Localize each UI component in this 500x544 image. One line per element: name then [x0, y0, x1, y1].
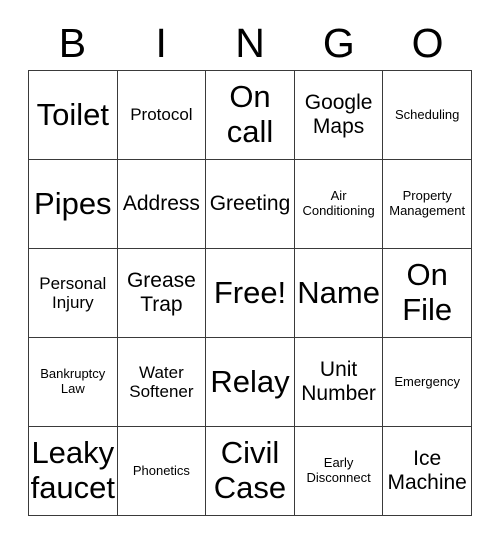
bingo-cell-label: Ice Machine: [387, 447, 467, 494]
bingo-cell-label: On File: [402, 257, 453, 327]
bingo-cell[interactable]: On File: [383, 249, 472, 338]
bingo-cell[interactable]: Relay: [206, 338, 295, 427]
bingo-cell[interactable]: Bankruptcy Law: [29, 338, 118, 427]
bingo-cell[interactable]: Civil Case: [206, 427, 295, 516]
bingo-header-letter-n: N: [235, 19, 265, 66]
bingo-cell[interactable]: Name: [294, 249, 384, 338]
bingo-cell[interactable]: Grease Trap: [117, 249, 207, 338]
bingo-cell-label: Property Management: [389, 188, 466, 218]
bingo-cell[interactable]: Property Management: [383, 160, 472, 249]
bingo-header-row: BINGO: [28, 16, 472, 70]
bingo-cell-label: Toilet: [36, 96, 109, 132]
bingo-cell[interactable]: Pipes: [29, 160, 118, 249]
bingo-cell-label: Grease Trap: [126, 269, 196, 316]
bingo-cell[interactable]: Address: [117, 160, 207, 249]
bingo-cell[interactable]: Google Maps: [294, 71, 384, 160]
bingo-cell[interactable]: Ice Machine: [383, 427, 472, 516]
bingo-header-letter-o: O: [411, 19, 444, 66]
bingo-cell-label: Google Maps: [304, 91, 373, 138]
bingo-cell-label: Emergency: [394, 373, 461, 389]
bingo-cell-label: Early Disconnect: [306, 455, 371, 485]
bingo-card: B I N G O Toilet Protocol On call Google Maps Sc…: [0, 0, 500, 544]
bingo-grid: Toilet Protocol On call Google Maps Scheduli…: [28, 70, 472, 516]
bingo-cell[interactable]: Water Softener: [117, 338, 207, 427]
bingo-cell[interactable]: Air Conditioning: [294, 160, 384, 249]
bingo-cell-label: Leaky faucet: [30, 435, 116, 505]
bingo-cell[interactable]: Early Disconnect: [294, 427, 384, 516]
bingo-cell[interactable]: Toilet: [29, 71, 118, 160]
bingo-cell-label: Unit Number: [301, 358, 376, 405]
bingo-cell[interactable]: Emergency: [383, 338, 472, 427]
bingo-cell-label: Scheduling: [395, 106, 460, 122]
bingo-cell-label: Pipes: [34, 185, 112, 221]
bingo-cell-label: Air Conditioning: [302, 188, 375, 218]
bingo-cell[interactable]: Leaky faucet: [29, 427, 118, 516]
bingo-cell[interactable]: On call: [206, 71, 295, 160]
bingo-cell-label: Name: [297, 274, 380, 310]
bingo-cell-label: Relay: [210, 363, 290, 399]
bingo-cell-label: Protocol: [130, 105, 193, 125]
bingo-cell[interactable]: Greeting: [206, 160, 295, 249]
bingo-cell-label: Phonetics: [132, 462, 190, 478]
bingo-cell[interactable]: Personal Injury: [29, 249, 118, 338]
bingo-cell-label: Civil Case: [213, 435, 287, 505]
bingo-header-letter-i: I: [155, 19, 167, 66]
bingo-cell[interactable]: Scheduling: [383, 71, 472, 160]
bingo-cell-label: Water Softener: [129, 362, 194, 401]
bingo-cell[interactable]: Phonetics: [117, 427, 207, 516]
bingo-cell-label: On call: [226, 79, 274, 149]
bingo-header-letter-g: G: [322, 19, 355, 66]
bingo-cell[interactable]: Protocol: [117, 71, 207, 160]
bingo-cell-label: Free!: [213, 274, 287, 310]
bingo-cell-label: Greeting: [209, 192, 291, 216]
bingo-cell[interactable]: Unit Number: [294, 338, 384, 427]
bingo-cell-free[interactable]: Free!: [206, 249, 295, 338]
bingo-header-letter-b: B: [58, 19, 87, 66]
bingo-cell-label: Address: [122, 192, 200, 216]
bingo-cell-label: Bankruptcy Law: [40, 366, 106, 396]
bingo-cell-label: Personal Injury: [39, 273, 107, 312]
